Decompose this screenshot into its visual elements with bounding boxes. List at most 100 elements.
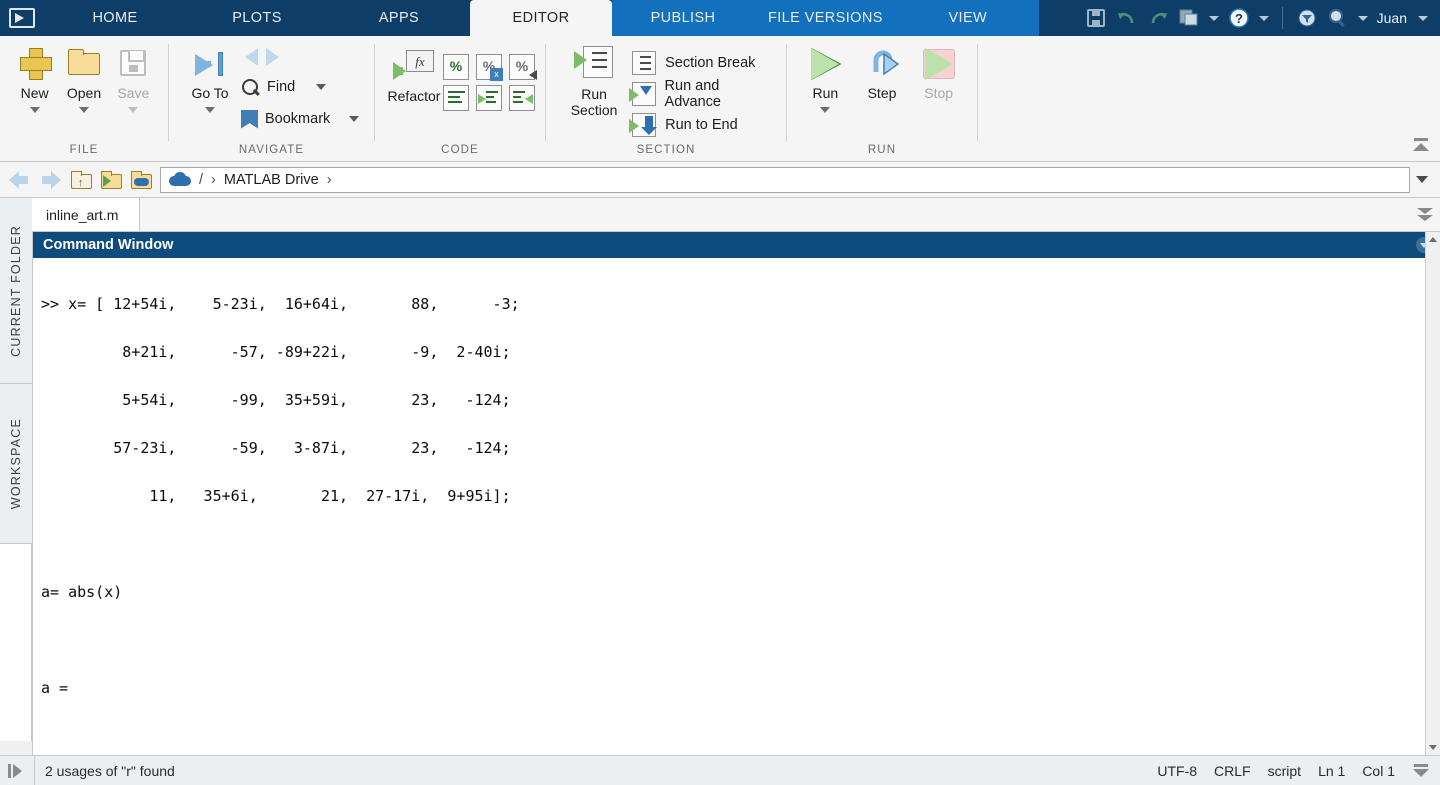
editor-tab-overflow-button[interactable] (1410, 198, 1440, 231)
run-button-label: Run (812, 85, 839, 101)
user-menu-label[interactable]: Juan (1377, 10, 1407, 26)
ribbon-collapse-icon[interactable] (1410, 135, 1432, 157)
redo-arrow-icon[interactable] (1147, 7, 1169, 29)
navigate-commands: Find Bookmark (241, 44, 360, 134)
run-section-button[interactable]: Run Section (556, 46, 632, 118)
editor-tab-inline-art[interactable]: inline_art.m (32, 198, 140, 231)
run-to-end-button[interactable]: Run to End (629, 111, 776, 139)
ribbon-tab-plots[interactable]: PLOTS (186, 0, 328, 36)
go-to-button[interactable]: Go To (179, 44, 241, 114)
cmd-line-blank (41, 724, 1440, 748)
matlab-online-window: HOME PLOTS APPS EDITOR PUBLISH FILE VERS… (0, 0, 1440, 785)
bookmark-dropdown-caret-icon[interactable] (349, 116, 360, 122)
bookmark-button-label: Bookmark (265, 111, 331, 127)
ribbon-tab-home[interactable]: HOME (44, 0, 186, 36)
status-file-type[interactable]: script (1268, 763, 1301, 779)
ribbon-tab-view-label: VIEW (948, 10, 988, 26)
ribbon-tab-home-label: HOME (92, 10, 138, 26)
window-layout-icon[interactable] (1178, 7, 1200, 29)
double-chevron-down-icon (1417, 207, 1433, 222)
refactor-button[interactable]: fx Refactor (385, 50, 443, 104)
status-bar-right: UTF-8 CRLF script Ln 1 Col 1 (1157, 763, 1440, 779)
comment-icon[interactable]: % (443, 54, 469, 80)
ribbon-tab-editor[interactable]: EDITOR (470, 0, 612, 36)
go-to-dropdown-caret-icon[interactable] (205, 107, 215, 114)
section-break-label: Section Break (665, 55, 756, 71)
path-breadcrumb-field[interactable]: / › MATLAB Drive › (160, 166, 1410, 193)
collapse-panel-icon[interactable] (1412, 763, 1430, 778)
cmd-line: 57-23i, -59, 3-87i, 23, -124; (41, 439, 511, 457)
ribbon-tab-publish[interactable]: PUBLISH (612, 0, 754, 36)
section-break-button[interactable]: Section Break (632, 49, 776, 77)
sidebar-item-current-folder[interactable]: CURRENT FOLDER (0, 198, 32, 384)
run-and-advance-button[interactable]: Run and Advance (629, 78, 776, 110)
find-magnifier-icon (241, 78, 260, 97)
scroll-up-arrow-icon[interactable] (1426, 232, 1440, 247)
toolbar-divider (1281, 7, 1283, 29)
run-button[interactable]: Run (797, 46, 854, 114)
up-one-level-icon[interactable]: ↑ (70, 169, 94, 191)
new-button[interactable]: New (10, 44, 59, 114)
scroll-down-arrow-icon[interactable] (1426, 740, 1440, 755)
help-dropdown-caret-icon[interactable] (1258, 15, 1269, 21)
increase-indent-icon[interactable] (476, 85, 502, 111)
smart-indent-icon[interactable] (443, 85, 469, 111)
nav-forward-arrow-icon (266, 48, 279, 66)
address-bar: ↑ / › MATLAB Drive › (0, 162, 1440, 198)
stop-button-label: Stop (924, 85, 954, 101)
cmd-line: 5+54i, -99, 35+59i, 23, -124; (41, 391, 511, 409)
new-dropdown-caret-icon[interactable] (29, 107, 40, 114)
matlab-logo-icon (9, 8, 35, 28)
run-dropdown-caret-icon[interactable] (820, 107, 831, 114)
command-window-title: Command Window (43, 237, 174, 253)
editor-tab-label: inline_art.m (46, 206, 119, 223)
find-button[interactable]: Find (241, 72, 359, 102)
open-button[interactable]: Open (59, 44, 108, 114)
command-window-output[interactable]: >> x= [ 12+54i, 5-23i, 16+64i, 88, -3; 8… (33, 258, 1440, 755)
expand-panel-button[interactable] (0, 763, 34, 778)
ribbon-tab-apps[interactable]: APPS (328, 0, 470, 36)
code-command-grid: % % x % (443, 50, 537, 111)
filter-funnel-icon[interactable] (1296, 7, 1318, 29)
cloud-folder-icon[interactable] (130, 169, 154, 191)
search-magnifier-icon[interactable] (1327, 7, 1349, 29)
cmd-line-blank (41, 532, 1440, 556)
editor-tab-filler (140, 198, 1410, 231)
command-window-vertical-scrollbar[interactable] (1425, 232, 1440, 755)
status-encoding[interactable]: UTF-8 (1157, 763, 1197, 779)
bookmark-icon (241, 109, 258, 129)
search-dropdown-caret-icon[interactable] (1357, 15, 1368, 21)
status-bar: 2 usages of "r" found UTF-8 CRLF script … (0, 755, 1440, 785)
user-menu-caret-icon[interactable] (1418, 15, 1428, 21)
bookmark-button[interactable]: Bookmark (241, 104, 360, 134)
command-window-panel: Command Window >> x= [ 12+54i, 5-23i, 16… (32, 232, 1440, 755)
ribbon-group-run-title: RUN (867, 144, 897, 156)
ribbon-tab-view[interactable]: VIEW (896, 0, 1039, 36)
address-dropdown-caret-icon[interactable] (1416, 176, 1428, 183)
undo-arrow-icon[interactable] (1116, 7, 1138, 29)
decrease-indent-icon[interactable] (509, 85, 535, 111)
save-floppy-icon[interactable] (1085, 7, 1107, 29)
help-question-icon[interactable]: ? (1228, 7, 1250, 29)
wrap-comments-icon[interactable]: % (509, 54, 537, 80)
new-button-label: New (20, 85, 49, 101)
ribbon-group-file-title: FILE (69, 144, 99, 156)
step-button[interactable]: Step (854, 46, 911, 101)
go-to-button-label: Go To (191, 85, 229, 101)
uncomment-icon[interactable]: % x (476, 54, 503, 81)
workspace-label: WORKSPACE (9, 417, 23, 510)
ribbon-tab-file-versions[interactable]: FILE VERSIONS (754, 0, 897, 36)
find-dropdown-caret-icon[interactable] (316, 84, 327, 90)
back-arrow-icon[interactable] (6, 170, 32, 190)
step-arrow-icon (864, 48, 900, 80)
status-line-ending[interactable]: CRLF (1214, 763, 1251, 779)
breadcrumb-matlab-drive[interactable]: MATLAB Drive (224, 172, 319, 188)
stop-square-icon (922, 48, 956, 80)
open-dropdown-caret-icon[interactable] (78, 107, 89, 114)
forward-arrow-icon[interactable] (38, 170, 64, 190)
status-line-number: Ln 1 (1318, 762, 1346, 779)
layout-dropdown-caret-icon[interactable] (1208, 15, 1219, 21)
browse-folder-icon[interactable] (100, 169, 124, 191)
matlab-logo[interactable] (0, 0, 44, 36)
sidebar-item-workspace[interactable]: WORKSPACE (0, 384, 32, 544)
